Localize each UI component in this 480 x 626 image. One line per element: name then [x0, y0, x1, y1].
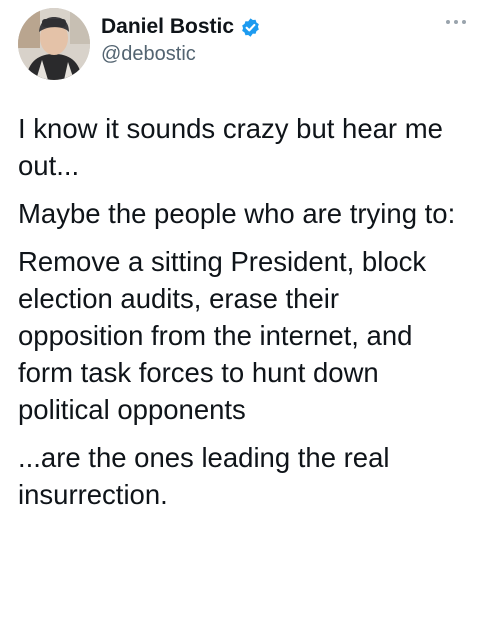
- author-name-row: Daniel Bostic: [101, 14, 261, 40]
- avatar[interactable]: [18, 8, 90, 80]
- verified-badge-icon: [242, 17, 259, 37]
- tweet-paragraph: I know it sounds crazy but hear me out..…: [18, 113, 443, 181]
- dot: [446, 20, 450, 24]
- tweet-card: Daniel Bostic @debostic I know it sounds…: [0, 0, 480, 626]
- more-options-icon[interactable]: [446, 18, 466, 26]
- tweet-paragraph: Maybe the people who are trying to:: [18, 198, 456, 229]
- tweet-text: I know it sounds crazy but hear me out..…: [18, 110, 470, 524]
- author-handle[interactable]: @debostic: [101, 42, 196, 66]
- tweet-paragraph: ...are the ones leading the real insurre…: [18, 442, 390, 510]
- tweet-paragraph: Remove a sitting President, block electi…: [18, 246, 427, 425]
- dot: [454, 20, 458, 24]
- dot: [462, 20, 466, 24]
- avatar-photo-icon: [18, 8, 90, 80]
- author-name[interactable]: Daniel Bostic: [101, 14, 234, 40]
